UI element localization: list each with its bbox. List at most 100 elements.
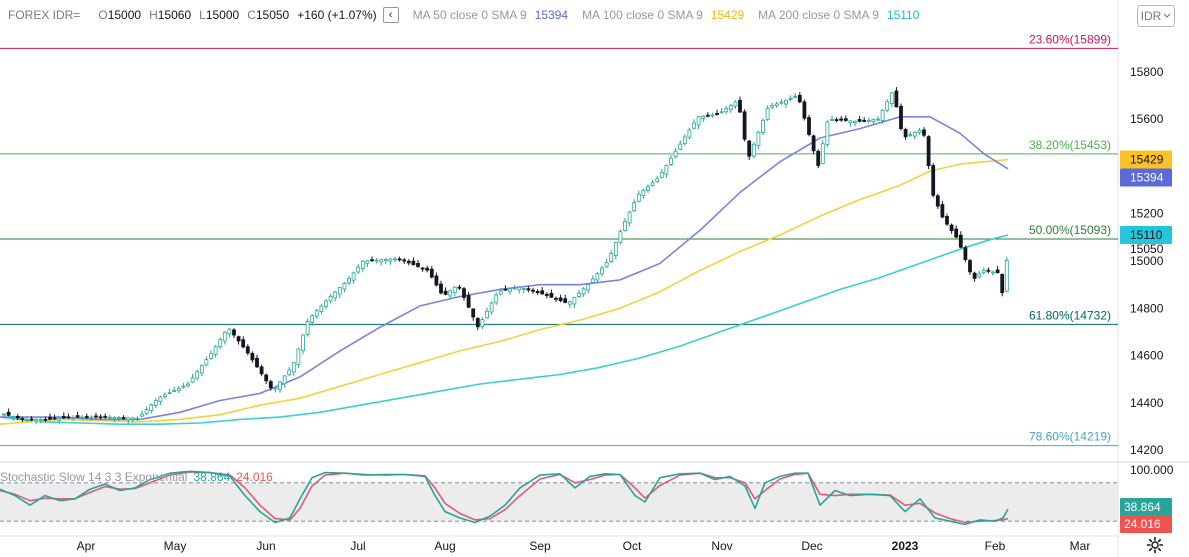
candle-body-48[interactable] (222, 331, 227, 342)
candle-body-64[interactable] (296, 348, 301, 365)
candle-body-51[interactable] (236, 336, 241, 342)
candle-body-76[interactable] (351, 272, 356, 281)
x-tick-label-2[interactable]: Jun (256, 539, 275, 553)
candle-body-186[interactable] (857, 119, 862, 122)
candle-body-180[interactable] (830, 119, 834, 121)
candle-body-56[interactable] (259, 366, 264, 375)
candle-body-144[interactable] (664, 164, 669, 175)
candle-body-115[interactable] (531, 289, 535, 292)
candle-body-78[interactable] (360, 260, 365, 269)
candle-body-92[interactable] (425, 267, 430, 271)
candle-body-52[interactable] (241, 339, 246, 348)
candle-body-136[interactable] (627, 211, 632, 224)
candle-body-113[interactable] (521, 288, 526, 291)
candle-body-201[interactable] (926, 136, 931, 167)
candle-body-69[interactable] (319, 305, 324, 312)
candle-body-139[interactable] (641, 189, 646, 196)
candle-body-168[interactable] (774, 103, 779, 107)
candle-body-215[interactable] (991, 271, 995, 274)
candle-body-40[interactable] (186, 383, 190, 387)
candle-body-50[interactable] (232, 329, 236, 336)
candle-body-11[interactable] (52, 417, 57, 420)
candle-body-3[interactable] (15, 416, 20, 419)
x-tick-label-10[interactable]: Feb (985, 539, 1006, 553)
candle-body-149[interactable] (687, 129, 692, 138)
candle-body-214[interactable] (986, 269, 991, 272)
candle-body-159[interactable] (733, 101, 738, 107)
candle-body-121[interactable] (558, 297, 563, 302)
candle-body-60[interactable] (278, 381, 282, 390)
candle-body-178[interactable] (820, 143, 825, 164)
candle-body-196[interactable] (903, 129, 908, 138)
candle-body-83[interactable] (383, 259, 388, 262)
candle-body-158[interactable] (728, 104, 733, 111)
candle-body-150[interactable] (692, 122, 696, 129)
candle-body-147[interactable] (678, 143, 683, 150)
x-tick-label-1[interactable]: May (164, 539, 187, 553)
candle-body-135[interactable] (623, 221, 627, 231)
candle-body-94[interactable] (434, 275, 439, 286)
candle-body-4[interactable] (20, 418, 25, 420)
candle-body-13[interactable] (61, 416, 66, 419)
candle-body-183[interactable] (843, 118, 848, 121)
candle-body-6[interactable] (29, 418, 34, 421)
candle-body-54[interactable] (250, 352, 255, 361)
candle-body-212[interactable] (977, 273, 982, 278)
candle-body-200[interactable] (922, 129, 926, 136)
candle-body-62[interactable] (287, 369, 292, 376)
candle-body-122[interactable] (563, 298, 568, 303)
candle-body-199[interactable] (917, 129, 922, 134)
candle-body-25[interactable] (117, 417, 121, 419)
candle-body-107[interactable] (494, 294, 499, 304)
candle-body-2[interactable] (11, 416, 16, 419)
candle-body-157[interactable] (724, 108, 729, 113)
candle-body-29[interactable] (135, 417, 140, 420)
candle-body-188[interactable] (866, 119, 871, 122)
candle-body-34[interactable] (158, 396, 163, 403)
x-tick-label-8[interactable]: Dec (801, 539, 822, 553)
candle-body-10[interactable] (48, 417, 52, 420)
candle-body-53[interactable] (245, 346, 250, 354)
candle-body-146[interactable] (673, 150, 678, 158)
candle-body-88[interactable] (406, 260, 411, 264)
candle-body-197[interactable] (908, 134, 913, 137)
candle-body-179[interactable] (825, 121, 830, 145)
candle-body-8[interactable] (38, 419, 43, 421)
candle-body-216[interactable] (995, 269, 1000, 274)
candle-body-173[interactable] (797, 94, 802, 103)
candle-body-182[interactable] (839, 118, 844, 121)
candle-body-131[interactable] (604, 262, 609, 268)
candle-body-151[interactable] (696, 116, 701, 126)
candle-body-181[interactable] (834, 119, 839, 121)
candle-body-103[interactable] (475, 318, 480, 328)
candle-body-161[interactable] (742, 111, 747, 140)
candle-body-124[interactable] (572, 297, 577, 305)
ma100-label[interactable]: MA 100 close 0 SMA 9 (582, 8, 703, 22)
candle-body-145[interactable] (669, 157, 673, 165)
candle-body-118[interactable] (544, 293, 549, 296)
candle-body-153[interactable] (705, 114, 710, 117)
candle-body-177[interactable] (816, 150, 821, 166)
candle-body-175[interactable] (807, 117, 811, 135)
candle-body-18[interactable] (84, 416, 89, 418)
x-tick-label-5[interactable]: Sep (529, 539, 551, 553)
candle-body-22[interactable] (103, 415, 108, 418)
candle-body-43[interactable] (199, 365, 204, 374)
symbol-name[interactable]: FOREX IDR= (8, 8, 80, 22)
candle-body-165[interactable] (761, 119, 765, 133)
candle-body-95[interactable] (439, 283, 443, 294)
candle-body-198[interactable] (912, 132, 917, 137)
candle-body-127[interactable] (586, 284, 591, 291)
gear-icon[interactable] (1146, 536, 1164, 554)
stochastic-name[interactable]: Stochastic Slow 14 3 3 Exponential (0, 470, 187, 484)
candle-body-154[interactable] (710, 114, 715, 117)
candle-body-74[interactable] (342, 282, 347, 290)
candle-body-112[interactable] (517, 286, 522, 291)
candle-body-7[interactable] (34, 419, 39, 422)
candle-body-160[interactable] (738, 99, 742, 113)
candle-body-86[interactable] (397, 258, 402, 261)
candle-body-185[interactable] (853, 120, 857, 124)
candle-body-117[interactable] (540, 290, 545, 295)
candle-body-31[interactable] (144, 409, 149, 414)
candle-body-163[interactable] (751, 143, 756, 157)
